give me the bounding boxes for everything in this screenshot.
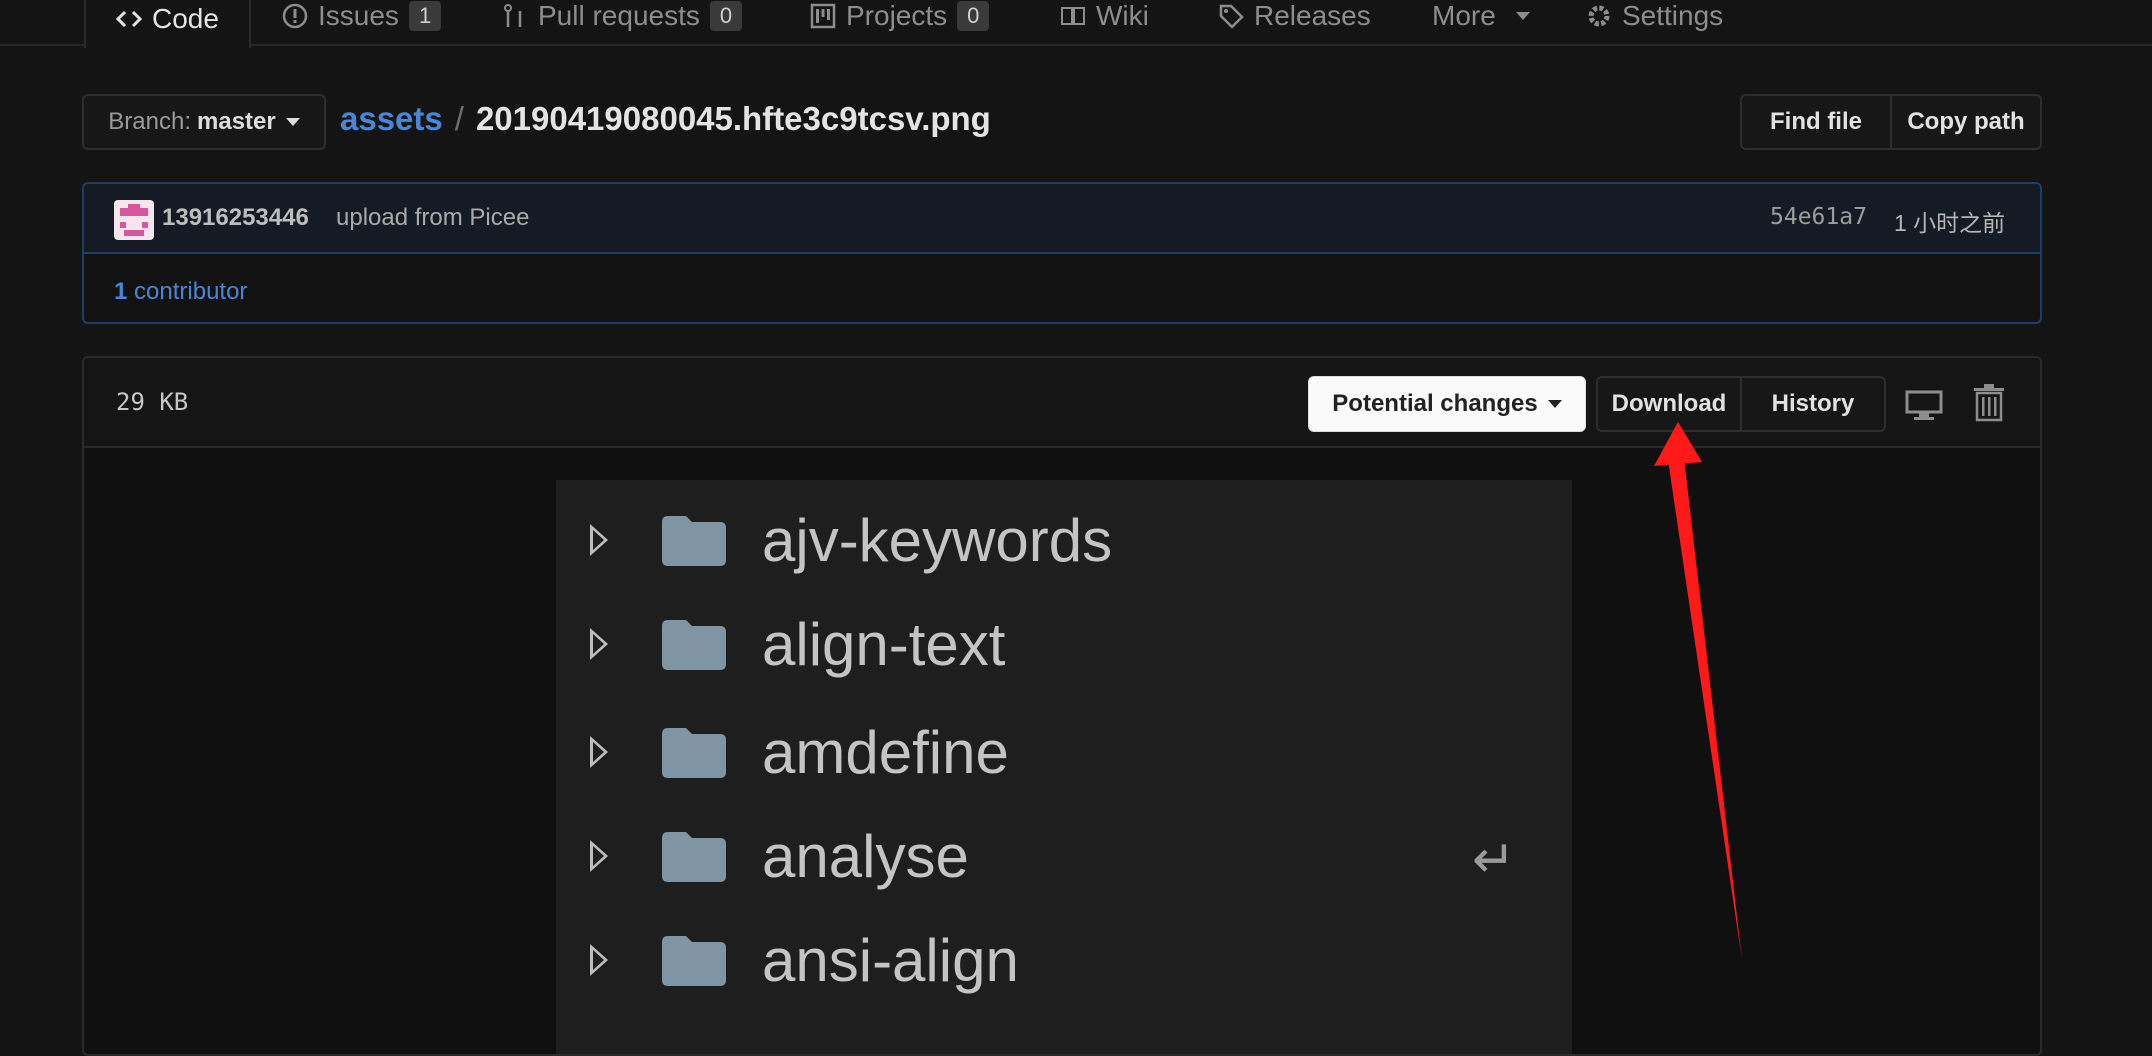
tab-more[interactable]: More: [1432, 0, 1530, 46]
trash-icon[interactable]: [1972, 382, 2006, 422]
tab-settings[interactable]: Settings: [1586, 0, 1723, 46]
breadcrumb-dir-link[interactable]: assets: [340, 100, 443, 138]
tab-wiki[interactable]: Wiki: [1060, 0, 1149, 46]
tab-projects[interactable]: Projects 0: [810, 0, 990, 46]
tree-row: align-text: [556, 592, 1572, 696]
caret-down-icon: [1547, 400, 1562, 408]
repo-nav: Code Issues 1 Pull requests 0 Projects 0: [0, 0, 2152, 48]
copy-path-button[interactable]: Copy path: [1890, 96, 2040, 148]
tree-label: ansi-align: [762, 927, 1019, 994]
pull-request-icon: [504, 4, 522, 27]
tab-releases-label: Releases: [1254, 0, 1371, 31]
commit-sha-link[interactable]: 54e61a7: [1770, 204, 1867, 230]
branch-prefix: Branch:: [108, 108, 191, 135]
tag-icon: [1219, 4, 1244, 29]
symlink-arrow-icon: ↵: [1472, 831, 1516, 889]
branch-select-button[interactable]: Branch: master: [82, 94, 326, 150]
avatar[interactable]: [114, 200, 154, 240]
tree-label: amdefine: [762, 719, 1009, 786]
tab-releases[interactable]: Releases: [1218, 0, 1371, 46]
tree-row: ajv-keywords: [556, 488, 1572, 592]
expand-arrow-icon: [590, 524, 608, 556]
tab-pull-requests-label: Pull requests: [538, 0, 700, 31]
folder-icon: [662, 620, 726, 670]
download-button[interactable]: Download: [1598, 378, 1740, 430]
tab-wiki-label: Wiki: [1096, 0, 1149, 31]
tab-projects-label: Projects: [846, 0, 948, 31]
tree-label: ajv-keywords: [762, 507, 1113, 574]
find-file-button[interactable]: Find file: [1742, 96, 1890, 148]
expand-arrow-icon: [590, 736, 608, 768]
expand-arrow-icon: [590, 628, 608, 660]
folder-icon: [662, 832, 726, 882]
commit-header: 13916253446 upload from Picee 54e61a7 1 …: [84, 184, 2040, 254]
contributors-link[interactable]: 1 contributor: [114, 278, 247, 306]
file-action-button-group: Download History: [1596, 376, 1886, 432]
contributor-label: contributor: [134, 278, 248, 305]
tree-row: ansi-align: [556, 908, 1572, 1012]
issues-counter: 1: [408, 1, 442, 31]
file-size: 29 KB: [116, 388, 189, 416]
tab-more-label: More: [1432, 0, 1496, 31]
tree-row: analyse ↵: [556, 804, 1572, 908]
gear-icon: [1588, 5, 1610, 27]
caret-down-icon: [285, 118, 300, 126]
desktop-icon[interactable]: [1904, 384, 1944, 424]
file-viewer: 29 KB Potential changes Download History…: [82, 356, 2042, 1056]
book-icon: [1061, 7, 1085, 25]
breadcrumb-separator: /: [454, 100, 464, 137]
commit-tease: 13916253446 upload from Picee 54e61a7 1 …: [82, 182, 2042, 324]
folder-icon: [662, 728, 726, 778]
expand-arrow-icon: [590, 944, 608, 976]
tab-issues[interactable]: Issues 1: [282, 0, 442, 46]
contributor-count: 1: [114, 278, 128, 305]
code-icon: [116, 10, 142, 28]
tree-row: amdefine: [556, 700, 1572, 804]
commit-message-link[interactable]: upload from Picee: [336, 204, 529, 232]
folder-icon: [662, 936, 726, 986]
breadcrumb-file-name: 20190419080045.hfte3c9tcsv.png: [475, 100, 991, 137]
issue-icon: [282, 3, 308, 29]
branch-name: master: [197, 108, 276, 135]
pull-requests-counter: 0: [709, 1, 743, 31]
potential-changes-label: Potential changes: [1332, 390, 1538, 417]
potential-changes-button[interactable]: Potential changes: [1308, 376, 1586, 432]
commit-author-link[interactable]: 13916253446: [162, 204, 309, 232]
history-button[interactable]: History: [1740, 378, 1884, 430]
projects-counter: 0: [957, 1, 990, 31]
commit-time: 1 小时之前: [1894, 210, 2006, 236]
file-header: 29 KB Potential changes Download History: [84, 358, 2040, 448]
tree-label: analyse: [762, 823, 969, 890]
breadcrumb: assets / 20190419080045.hfte3c9tcsv.png: [340, 100, 991, 138]
expand-arrow-icon: [590, 840, 608, 872]
project-icon: [810, 3, 836, 29]
file-nav-button-group: Find file Copy path: [1740, 94, 2042, 150]
tab-settings-label: Settings: [1622, 0, 1724, 31]
image-preview: ajv-keywords align-text amdefine analyse…: [556, 480, 1572, 1054]
tab-code-label: Code: [152, 3, 219, 34]
caret-down-icon: [1515, 12, 1530, 20]
tab-issues-label: Issues: [318, 0, 399, 31]
tab-code[interactable]: Code: [84, 0, 251, 48]
tab-pull-requests[interactable]: Pull requests 0: [502, 0, 743, 46]
folder-icon: [662, 516, 726, 566]
tree-label: align-text: [762, 611, 1006, 678]
